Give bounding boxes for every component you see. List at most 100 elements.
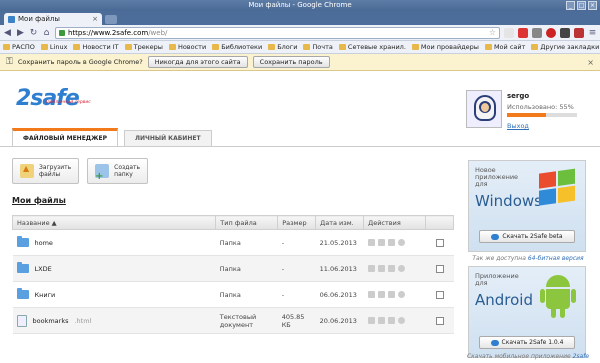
extension-icon[interactable]: [504, 27, 514, 38]
upload-icon: [20, 164, 34, 178]
file-date: 06.06.2013: [315, 281, 364, 308]
bookmark-item[interactable]: Библиотеки: [212, 43, 262, 51]
move-icon[interactable]: [377, 239, 385, 246]
pocket-icon[interactable]: [574, 27, 584, 38]
browser-tab[interactable]: Мои файлы ×: [4, 13, 102, 25]
tab-close-icon[interactable]: ×: [92, 15, 98, 23]
extension-icon[interactable]: [532, 27, 542, 38]
file-type: Папка: [215, 255, 278, 282]
edit-icon[interactable]: [367, 291, 375, 298]
col-select-header: [425, 215, 454, 230]
folder-icon: [268, 44, 276, 50]
tab-file-manager[interactable]: ФАЙЛОВЫЙ МЕНЕДЖЕР: [12, 128, 118, 146]
new-tab-button[interactable]: [105, 15, 117, 24]
mobile-app-link[interactable]: 2safe: [573, 353, 589, 360]
row-checkbox[interactable]: [435, 238, 444, 247]
upload-files-button[interactable]: Загрузитьфайлы: [12, 158, 80, 184]
file-date: 20.06.2013: [315, 307, 364, 334]
save-password-button[interactable]: Сохранить пароль: [252, 56, 330, 68]
move-icon[interactable]: [377, 317, 385, 324]
folder-icon: [212, 44, 220, 50]
file-name[interactable]: Книги: [35, 291, 56, 299]
share-icon[interactable]: [387, 291, 395, 298]
folder-icon: [484, 44, 492, 50]
extension-icon[interactable]: [560, 27, 570, 38]
cloud-icon: [490, 339, 499, 346]
bookmark-item[interactable]: Блоги: [268, 43, 297, 51]
col-type-header[interactable]: Тип файла: [215, 215, 279, 230]
opera-extension-icon[interactable]: [546, 27, 556, 38]
create-folder-button[interactable]: Создатьпапку: [87, 158, 149, 184]
never-save-button[interactable]: Никогда для этого сайта: [147, 56, 248, 68]
browser-toolbar: ◀ ▶ ↻ ⌂ https://www.2safe.com/web/ ☆ ≡: [0, 25, 600, 41]
mail-extension-icon[interactable]: [518, 27, 528, 38]
back-icon[interactable]: ◀: [3, 28, 12, 38]
windows-logo-icon: [539, 168, 577, 207]
home-icon[interactable]: ⌂: [42, 28, 51, 38]
bookmark-star-icon[interactable]: ☆: [489, 28, 496, 37]
menu-icon[interactable]: ≡: [588, 28, 597, 38]
row-checkbox[interactable]: [435, 264, 444, 273]
bookmark-item[interactable]: Сетевые хранил.: [338, 43, 406, 51]
bookmark-item[interactable]: Новости IT: [73, 43, 119, 51]
windows-promo-note: Так же доступна 64-битная версия: [472, 255, 584, 262]
bookmark-item[interactable]: Linux: [40, 43, 67, 51]
share-icon[interactable]: [387, 265, 395, 272]
share-icon[interactable]: [387, 317, 395, 324]
share-icon[interactable]: [387, 239, 395, 246]
bookmark-item[interactable]: Трекеры: [124, 43, 163, 51]
file-actions: Загрузитьфайлы Создатьпапку: [12, 158, 149, 184]
section-title[interactable]: Мои файлы: [12, 196, 66, 205]
android-promo-note: Скачать мобильное приложение 2safe: [466, 353, 590, 360]
delete-icon[interactable]: [397, 265, 405, 272]
file-name[interactable]: bookmarks: [33, 317, 69, 325]
site-logo[interactable]: 2safe заоблачный сервис: [16, 86, 91, 111]
move-icon[interactable]: [377, 265, 385, 272]
forward-icon[interactable]: ▶: [16, 28, 25, 38]
table-row[interactable]: Книги Папка - 06.06.2013: [12, 281, 454, 308]
file-date: 11.06.2013: [315, 255, 364, 282]
edit-icon[interactable]: [367, 265, 375, 272]
maximize-button[interactable]: □: [577, 1, 586, 10]
move-icon[interactable]: [377, 291, 385, 298]
reload-icon[interactable]: ↻: [29, 28, 38, 38]
avatar[interactable]: [466, 90, 502, 128]
bookmark-item[interactable]: РАСПО: [3, 43, 35, 51]
delete-icon[interactable]: [397, 291, 405, 298]
row-checkbox[interactable]: [435, 290, 444, 299]
col-name-header[interactable]: Название ▲: [11, 215, 217, 230]
file-name[interactable]: LXDE: [35, 265, 52, 273]
url-host: https://www.2safe.com: [68, 28, 149, 37]
lock-icon: [59, 29, 65, 36]
row-checkbox[interactable]: [435, 316, 444, 325]
bookmark-item[interactable]: Мой сайт: [484, 43, 525, 51]
address-bar[interactable]: https://www.2safe.com/web/ ☆: [55, 26, 500, 39]
delete-icon[interactable]: [397, 239, 405, 246]
col-size-header[interactable]: Размер: [277, 215, 317, 230]
64bit-version-link[interactable]: 64-битная версия: [528, 255, 584, 262]
delete-icon[interactable]: [397, 317, 405, 324]
download-android-button[interactable]: Скачать 2Safe 1.0.4: [479, 336, 575, 349]
key-icon: ⚿: [6, 57, 13, 67]
file-type: Текстовый документ: [215, 307, 278, 334]
username: sergo: [507, 92, 530, 100]
edit-icon[interactable]: [367, 239, 375, 246]
tab-personal-cabinet[interactable]: ЛИЧНЫЙ КАБИНЕТ: [123, 130, 212, 146]
infobar-close-icon[interactable]: ×: [587, 58, 594, 67]
bookmark-item[interactable]: Новости: [168, 43, 206, 51]
download-windows-button[interactable]: Скачать 2Safe beta: [479, 230, 575, 243]
bookmark-item[interactable]: Почта: [303, 43, 333, 51]
logout-link[interactable]: Выход: [507, 122, 577, 130]
table-row[interactable]: bookmarks .html Текстовый документ 405.85…: [12, 307, 454, 334]
tab-favicon-icon: [8, 15, 15, 23]
close-window-button[interactable]: ×: [588, 1, 597, 10]
edit-icon[interactable]: [367, 317, 375, 324]
bookmark-item[interactable]: Мои провайдеры: [411, 43, 479, 51]
table-row[interactable]: home Папка - 21.05.2013: [12, 229, 454, 256]
minimize-button[interactable]: _: [566, 1, 575, 10]
other-bookmarks[interactable]: Другие закладки: [531, 43, 599, 51]
file-name[interactable]: home: [35, 239, 53, 247]
table-row[interactable]: LXDE Папка - 11.06.2013: [12, 255, 454, 282]
file-type: Папка: [215, 281, 278, 308]
col-date-header[interactable]: Дата изм.: [315, 215, 365, 230]
